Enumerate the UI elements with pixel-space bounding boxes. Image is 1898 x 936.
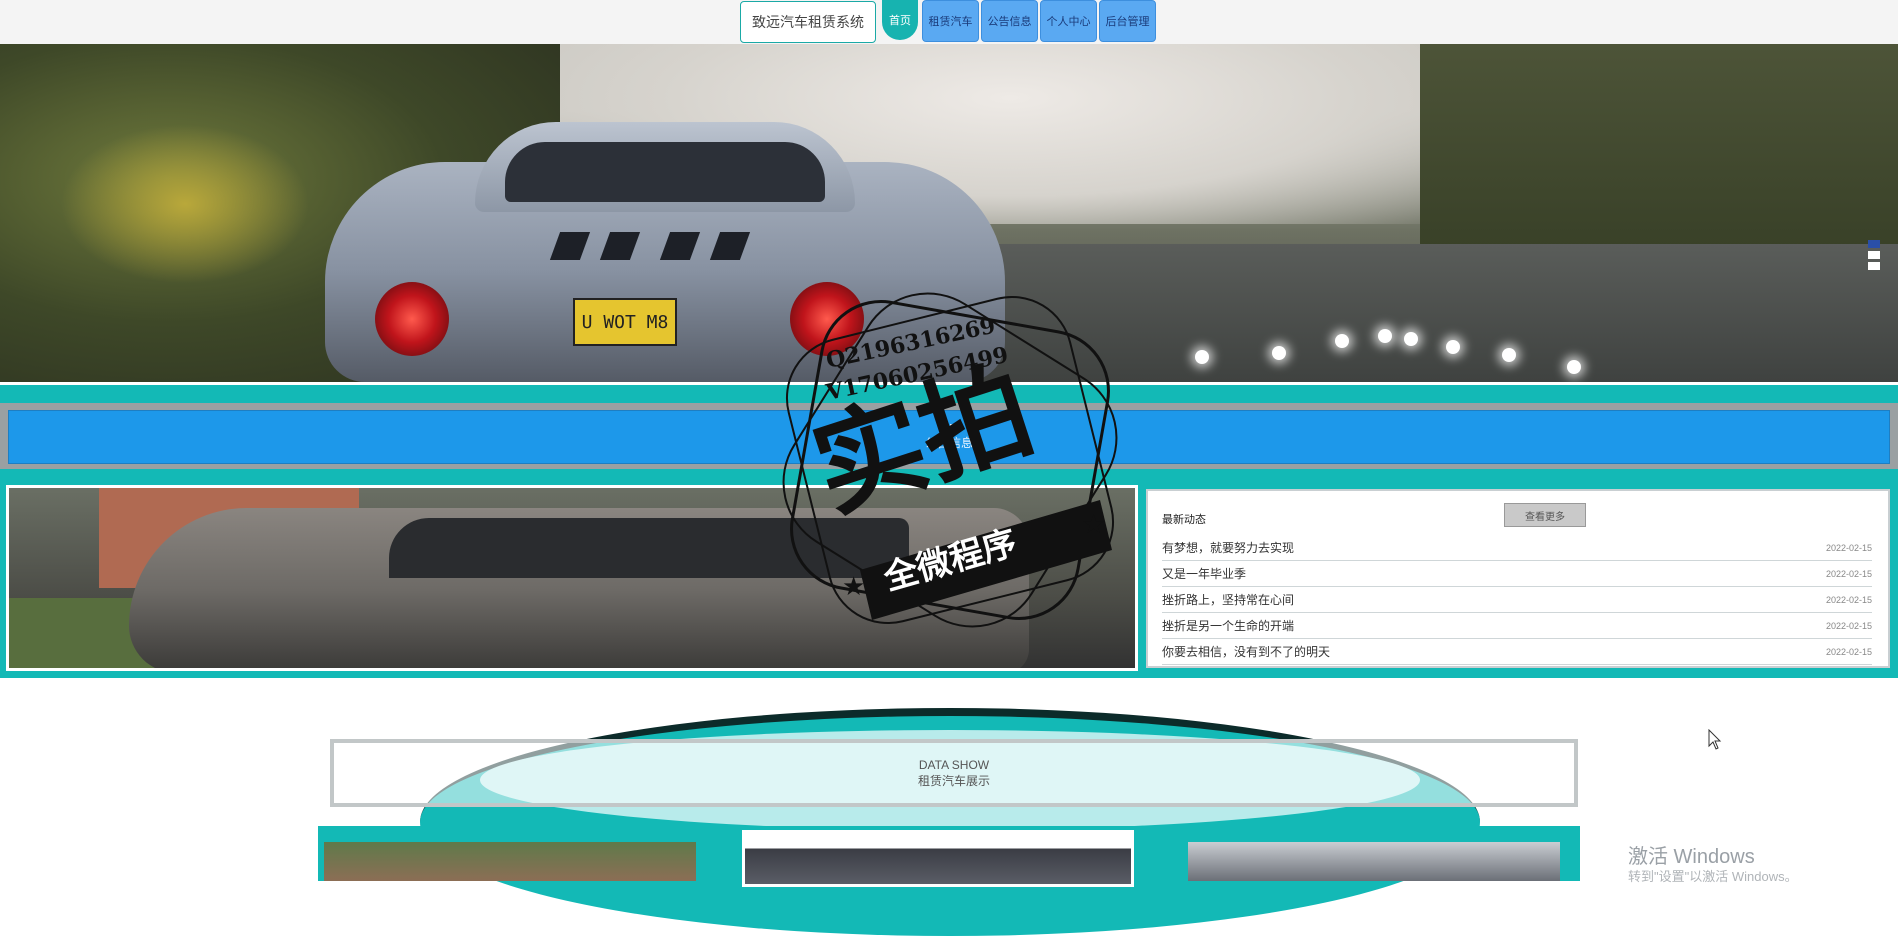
notice-image[interactable] [6,485,1138,671]
notice-header-en: NE [942,423,956,434]
road-light [1446,340,1460,354]
road-light [1335,334,1349,348]
windows-activation-hint: 转到"设置"以激活 Windows。 [1628,869,1798,884]
site-title-button[interactable]: 致远汽车租赁系统 [740,1,876,43]
road-light [1272,346,1286,360]
notice-header-title: 公告信息 [924,436,973,450]
hero-car-image: U WOT M8 [325,122,1005,382]
notice-header: NE 公告信息 [8,410,1890,464]
carousel-dot[interactable] [1868,251,1880,259]
carousel-indicators [1868,240,1880,273]
road-light [1567,360,1581,374]
news-item[interactable]: 挫折是另一个生命的开端 2022-02-15 [1162,613,1872,639]
car-card[interactable] [1188,842,1560,881]
news-item[interactable]: 又是一年毕业季 2022-02-15 [1162,561,1872,587]
car-card[interactable] [324,842,696,881]
datashow-header: DATA SHOW 租赁汽车展示 [330,739,1578,807]
road-light [1378,329,1392,343]
datashow-title-en: DATA SHOW [918,757,990,772]
notice-section: NE 公告信息 最新动态 查看更多 有梦想，就要努力去实现 2022-02-15… [0,385,1898,678]
news-item[interactable]: 有梦想，就要努力去实现 2022-02-15 [1162,535,1872,561]
news-title: 最新动态 [1162,514,1206,526]
nav-rent-cars[interactable]: 租赁汽车 [922,0,979,42]
top-nav: 致远汽车租赁系统 首页 租赁汽车 公告信息 个人中心 后台管理 [0,0,1898,44]
news-list: 有梦想，就要努力去实现 2022-02-15 又是一年毕业季 2022-02-1… [1162,535,1872,665]
nav-notices[interactable]: 公告信息 [981,0,1038,42]
mouse-pointer-icon [1708,729,1722,750]
datashow-title: 租赁汽车展示 [917,773,990,788]
news-panel: 最新动态 查看更多 有梦想，就要努力去实现 2022-02-15 又是一年毕业季… [1146,489,1890,668]
windows-activation-title: 激活 Windows [1628,846,1755,868]
hero-bg-road [900,244,1898,382]
news-item[interactable]: 挫折路上，坚持常在心间 2022-02-15 [1162,587,1872,613]
car-card[interactable] [742,830,1134,887]
view-more-button[interactable]: 查看更多 [1504,503,1586,527]
news-item[interactable]: 你要去相信，没有到不了的明天 2022-02-15 [1162,639,1872,665]
carousel-dot[interactable] [1868,262,1880,270]
road-light [1404,332,1418,346]
road-light [1195,350,1209,364]
road-light [1502,348,1516,362]
nav-home[interactable]: 首页 [882,0,918,40]
nav-personal-center[interactable]: 个人中心 [1040,0,1097,42]
license-plate: U WOT M8 [573,298,677,346]
nav-admin[interactable]: 后台管理 [1099,0,1156,42]
hero-carousel[interactable]: U WOT M8 [0,44,1898,382]
carousel-dot[interactable] [1868,240,1880,248]
